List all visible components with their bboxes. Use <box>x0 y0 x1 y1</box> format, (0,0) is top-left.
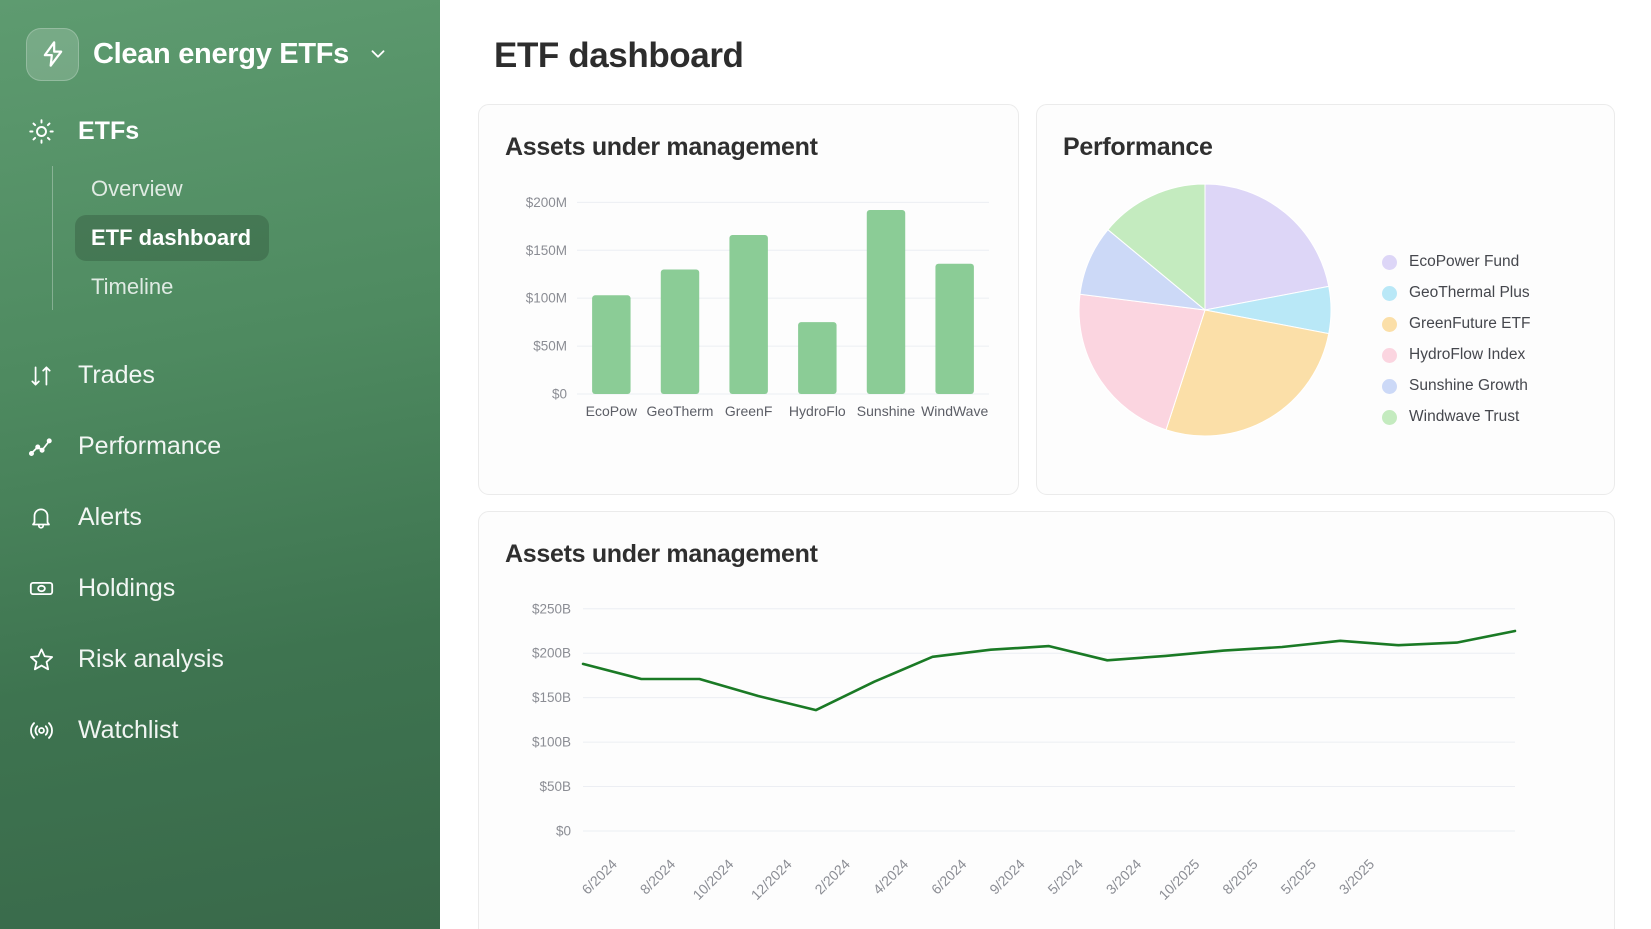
brand-name: Clean energy ETFs <box>93 37 349 70</box>
card-title-aum-bar: Assets under management <box>505 133 818 161</box>
svg-text:3/2024: 3/2024 <box>1103 856 1145 898</box>
svg-text:GreenF: GreenF <box>725 403 772 419</box>
legend-item[interactable]: Sunshine Growth <box>1382 377 1530 395</box>
legend-swatch <box>1382 285 1397 301</box>
card-title-aum-line: Assets under management <box>505 540 818 568</box>
sidebar-item-alerts[interactable]: Alerts <box>0 482 440 553</box>
legend-item[interactable]: GreenFuture ETF <box>1382 315 1530 333</box>
sidebar-item-trades[interactable]: Trades <box>0 340 440 411</box>
bar-chart-aum[interactable]: $200M $150M $100M $50M $0 EcoPow GeoTherm Green… <box>505 166 992 481</box>
card-title-performance: Performance <box>1063 133 1213 161</box>
svg-text:5/2025: 5/2025 <box>1277 856 1319 898</box>
svg-text:12/2024: 12/2024 <box>748 856 795 903</box>
line-chart-aum[interactable]: $250B $200B $150B $100B $50B $0 6/2024 8/2024 10… <box>505 573 1588 929</box>
svg-text:$100B: $100B <box>532 735 571 750</box>
sidebar-item-holdings-label: Holdings <box>78 574 176 602</box>
svg-text:EcoPow: EcoPow <box>586 403 638 419</box>
card-assets-under-management-line: Assets under management $250B $200B $150B $… <box>478 511 1615 929</box>
legend-swatch <box>1382 254 1397 270</box>
sidebar-subnav: Overview ETF dashboard Timeline <box>52 166 440 310</box>
sidebar-item-overview-label: Overview <box>91 176 183 201</box>
sun-icon <box>26 118 56 145</box>
sidebar-item-holdings[interactable]: Holdings <box>0 553 440 624</box>
sidebar-nav-list: Trades Performance Alerts Holdings Risk … <box>0 340 440 766</box>
svg-text:HydroFlo: HydroFlo <box>789 403 846 419</box>
sidebar-item-performance[interactable]: Performance <box>0 411 440 482</box>
svg-text:5/2024: 5/2024 <box>1044 856 1086 898</box>
legend-label: GreenFuture ETF <box>1409 315 1531 332</box>
svg-text:8/2024: 8/2024 <box>637 856 679 898</box>
sidebar-item-watchlist-label: Watchlist <box>78 716 179 744</box>
legend-label: Sunshine Growth <box>1409 377 1528 394</box>
svg-text:$50M: $50M <box>533 339 567 354</box>
sidebar-item-etf-dashboard[interactable]: ETF dashboard <box>75 215 270 261</box>
arrows-up-down-icon <box>26 363 56 389</box>
svg-text:8/2025: 8/2025 <box>1219 856 1261 898</box>
legend-item[interactable]: HydroFlow Index <box>1382 346 1530 364</box>
legend-item[interactable]: EcoPower Fund <box>1382 253 1530 271</box>
svg-text:10/2025: 10/2025 <box>1155 856 1202 903</box>
svg-text:WindWave: WindWave <box>921 403 988 419</box>
sidebar-item-risk-analysis[interactable]: Risk analysis <box>0 624 440 695</box>
main-content: ETF dashboard Assets under management $2… <box>440 0 1651 929</box>
legend-swatch <box>1382 409 1397 425</box>
bell-icon <box>26 505 56 531</box>
sidebar-item-overview[interactable]: Overview <box>91 166 440 212</box>
legend-label: Windwave Trust <box>1409 408 1520 425</box>
line-chart-icon <box>26 434 56 460</box>
sidebar-item-etf-dashboard-label: ETF dashboard <box>91 225 252 250</box>
chevron-down-icon[interactable] <box>367 43 389 65</box>
app-root: Clean energy ETFs ETFs Overview ETF dash… <box>0 0 1651 929</box>
star-icon <box>26 646 56 673</box>
broadcast-icon <box>26 717 56 744</box>
card-performance-pie: Performance EcoPower Fund GeoThermal Plus… <box>1036 104 1615 495</box>
legend-label: GeoThermal Plus <box>1409 284 1530 301</box>
svg-text:$200B: $200B <box>532 646 571 661</box>
sidebar-item-alerts-label: Alerts <box>78 503 142 531</box>
card-assets-under-management-bar: Assets under management $200M $150M $100M $… <box>478 104 1019 495</box>
bar-chart-svg: $200M $150M $100M $50M $0 EcoPow GeoTherm Green… <box>526 195 989 419</box>
legend-item[interactable]: Windwave Trust <box>1382 408 1530 426</box>
svg-text:9/2024: 9/2024 <box>986 856 1028 898</box>
svg-text:$150M: $150M <box>526 243 567 258</box>
sidebar-item-timeline-label: Timeline <box>91 274 174 299</box>
banknote-icon <box>26 575 56 602</box>
dashboard-top-row: Assets under management $200M $150M $100M $… <box>478 104 1615 495</box>
sidebar-item-trades-label: Trades <box>78 361 155 389</box>
svg-text:6/2024: 6/2024 <box>578 856 620 898</box>
svg-text:$150B: $150B <box>532 690 571 705</box>
lightning-bolt-icon <box>26 27 79 81</box>
sidebar-item-performance-label: Performance <box>78 432 222 460</box>
legend-item[interactable]: GeoThermal Plus <box>1382 284 1530 302</box>
legend-swatch <box>1382 316 1397 332</box>
svg-text:$0: $0 <box>556 824 571 839</box>
nav-section-etfs: ETFs Overview ETF dashboard Timeline <box>0 108 440 310</box>
svg-text:$100M: $100M <box>526 291 567 306</box>
svg-text:$250B: $250B <box>532 601 571 616</box>
sidebar-item-etfs-label: ETFs <box>78 116 140 145</box>
brand-selector[interactable]: Clean energy ETFs <box>0 26 440 82</box>
svg-text:$0: $0 <box>552 387 567 402</box>
svg-text:4/2024: 4/2024 <box>870 856 912 898</box>
svg-text:10/2024: 10/2024 <box>689 856 736 903</box>
svg-text:$50B: $50B <box>539 779 571 794</box>
legend-swatch <box>1382 347 1397 363</box>
page-title: ETF dashboard <box>494 36 744 75</box>
legend-label: HydroFlow Index <box>1409 346 1526 363</box>
legend-swatch <box>1382 378 1397 394</box>
sidebar-item-risk-analysis-label: Risk analysis <box>78 645 224 673</box>
sidebar-item-etfs[interactable]: ETFs <box>0 108 440 154</box>
pie-legend: EcoPower Fund GeoThermal Plus GreenFuture … <box>1382 253 1530 426</box>
sidebar-item-timeline[interactable]: Timeline <box>91 264 440 310</box>
svg-text:6/2024: 6/2024 <box>928 856 970 898</box>
line-chart-svg: $250B$200B$150B$100B$50B$06/2024 8/2024 10… <box>532 601 1517 903</box>
legend-label: EcoPower Fund <box>1409 253 1520 270</box>
sidebar-item-watchlist[interactable]: Watchlist <box>0 695 440 766</box>
svg-text:2/2024: 2/2024 <box>811 856 853 898</box>
svg-text:$200M: $200M <box>526 195 567 210</box>
svg-text:3/2025: 3/2025 <box>1336 856 1378 898</box>
svg-text:GeoTherm: GeoTherm <box>647 403 714 419</box>
svg-text:Sunshine: Sunshine <box>857 403 916 419</box>
sidebar: Clean energy ETFs ETFs Overview ETF dash… <box>0 0 440 929</box>
